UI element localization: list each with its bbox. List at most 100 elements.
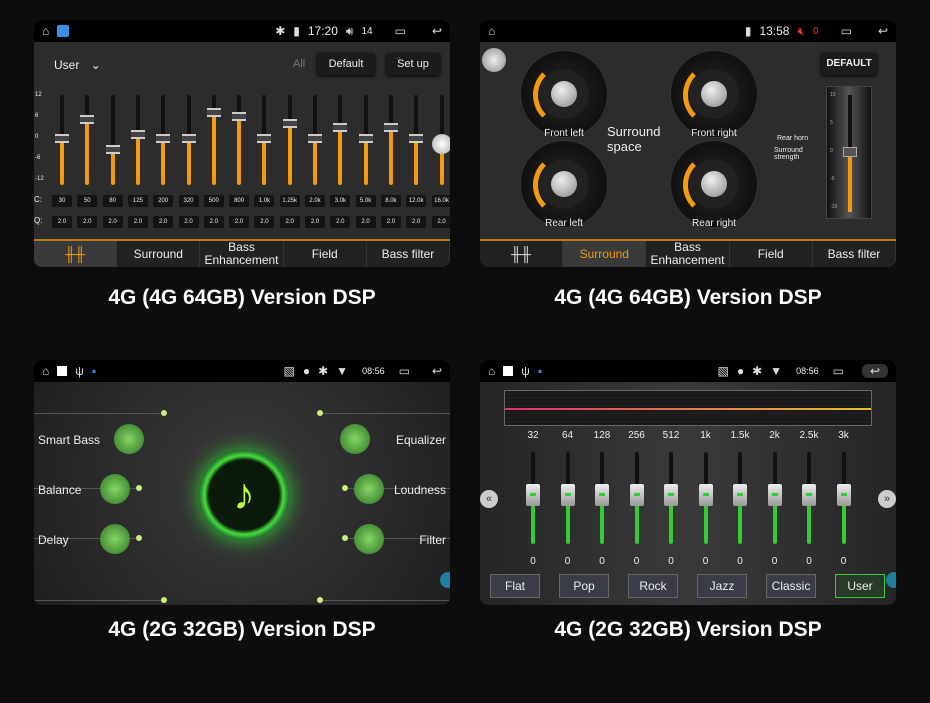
floating-assist-button[interactable] (440, 572, 450, 588)
q-value[interactable]: 2.0 (355, 216, 376, 228)
menu-item-filter[interactable]: Filter (419, 533, 446, 547)
fc-value[interactable]: 800 (229, 195, 250, 207)
q-value[interactable]: 2.0 (127, 216, 148, 228)
fc-value[interactable]: 3.0k (330, 195, 351, 207)
slider-knob[interactable] (664, 484, 678, 506)
fc-value[interactable]: 125 (127, 195, 148, 207)
menu-item-smart-bass[interactable]: Smart Bass (38, 433, 100, 447)
eq-slider[interactable] (80, 95, 95, 185)
q-value[interactable]: 2.0 (305, 216, 325, 228)
preset-pop[interactable]: Pop (559, 574, 609, 598)
recent-apps-icon[interactable]: ▭ (833, 364, 844, 378)
fc-value[interactable]: 50 (77, 195, 98, 207)
eq-slider[interactable] (308, 95, 322, 185)
filter-icon[interactable] (354, 524, 384, 554)
floating-assist-button[interactable] (886, 572, 896, 588)
eq-slider[interactable] (664, 452, 678, 544)
eq-slider[interactable] (431, 95, 450, 185)
eq-slider[interactable] (409, 95, 424, 185)
q-value[interactable]: 2.0 (254, 216, 275, 228)
eq-slider[interactable] (526, 452, 540, 544)
music-note-center-icon[interactable]: ♪ (199, 450, 289, 540)
all-label[interactable]: All (293, 58, 305, 70)
eq-slider[interactable] (595, 452, 609, 544)
fc-value[interactable]: 320 (178, 195, 199, 207)
default-button[interactable]: Default (317, 53, 375, 75)
slider-knob[interactable] (156, 134, 171, 143)
tab-surround[interactable]: Surround (563, 241, 647, 267)
eq-slider[interactable] (733, 452, 747, 544)
eq-slider[interactable] (560, 452, 575, 544)
slider-knob[interactable] (526, 484, 540, 506)
q-value[interactable]: 2.0 (153, 216, 174, 228)
slider-knob[interactable] (836, 484, 851, 506)
preset-rock[interactable]: Rock (628, 574, 678, 598)
slider-knob[interactable] (358, 134, 373, 143)
slider-knob[interactable] (105, 145, 120, 155)
fc-value[interactable]: 200 (153, 195, 174, 207)
slider-knob[interactable] (409, 134, 424, 143)
home-icon[interactable]: ⌂ (42, 364, 49, 378)
slider-knob[interactable] (80, 115, 95, 125)
fc-value[interactable]: 2.0k (305, 195, 325, 207)
eq-slider[interactable] (383, 95, 398, 185)
eq-slider[interactable] (181, 95, 196, 185)
slider-knob[interactable] (629, 484, 644, 506)
eq-slider[interactable] (698, 452, 713, 544)
slider-knob[interactable] (257, 134, 272, 143)
surround-strength-slider[interactable]: 10 5 0 -5 -10 (826, 86, 872, 219)
tab-bass-filter[interactable]: Bass filter (813, 241, 896, 267)
fc-value[interactable]: 500 (203, 195, 224, 207)
loudness-icon[interactable] (354, 474, 384, 504)
menu-item-delay[interactable]: Delay (38, 533, 69, 547)
recent-apps-icon[interactable]: ▭ (395, 24, 406, 38)
q-value[interactable]: 2.0 (431, 216, 450, 228)
gauge-front-left[interactable]: Front left (520, 50, 608, 139)
q-value[interactable]: 2.0 (203, 216, 224, 228)
gauge-knob[interactable] (701, 81, 727, 107)
eq-slider[interactable] (358, 95, 373, 185)
eq-slider[interactable] (105, 95, 120, 185)
next-page-button[interactable]: » (878, 490, 896, 508)
slider-knob[interactable] (282, 119, 297, 128)
slider-knob[interactable] (308, 134, 322, 143)
q-value[interactable]: 2.0 (406, 216, 427, 228)
slider-round-knob[interactable] (431, 133, 450, 154)
slider-knob[interactable] (130, 130, 145, 140)
tab-equalizer[interactable]: ╫╫ (480, 241, 564, 267)
back-icon[interactable]: ↩ (432, 24, 442, 38)
preset-user[interactable]: User (835, 574, 885, 598)
eq-slider[interactable] (130, 95, 145, 185)
q-value[interactable]: 2.0 (229, 216, 250, 228)
q-value[interactable]: 2.0 (380, 216, 401, 228)
balance-icon[interactable] (100, 474, 130, 504)
home-icon[interactable]: ⌂ (488, 364, 495, 378)
slider-knob[interactable] (698, 484, 713, 506)
fc-value[interactable]: 8.0k (380, 195, 401, 207)
q-value[interactable]: 2.0 (102, 216, 123, 228)
preset-classic[interactable]: Classic (766, 574, 816, 598)
gauge-rear-right[interactable]: Rear right (670, 140, 758, 229)
recent-apps-icon[interactable]: ▭ (399, 364, 410, 378)
tab-field[interactable]: Field (730, 241, 813, 267)
slider-knob[interactable] (383, 122, 398, 132)
eq-slider[interactable] (232, 95, 247, 185)
q-value[interactable]: 2.0 (178, 216, 199, 228)
eq-slider[interactable] (55, 95, 69, 185)
slider-knob[interactable] (181, 134, 196, 143)
setup-button[interactable]: Set up (386, 53, 440, 75)
tab-bass-enhancement[interactable]: Bass Enhancement (646, 241, 730, 267)
eq-slider[interactable] (257, 95, 272, 185)
fc-value[interactable]: 1.0k (254, 195, 275, 207)
slider-knob[interactable] (595, 484, 609, 506)
fc-value[interactable]: 30 (52, 195, 72, 207)
tab-equalizer[interactable]: ╫╫ (34, 241, 118, 267)
q-value[interactable]: 2.0 (330, 216, 351, 228)
eq-slider[interactable] (836, 452, 851, 544)
fc-value[interactable]: 12.0k (406, 195, 427, 207)
slider-knob[interactable] (767, 484, 782, 506)
eq-slider[interactable] (282, 95, 297, 185)
menu-item-balance[interactable]: Balance (38, 483, 81, 497)
eq-slider[interactable] (629, 452, 644, 544)
previous-page-button[interactable]: « (480, 490, 498, 508)
